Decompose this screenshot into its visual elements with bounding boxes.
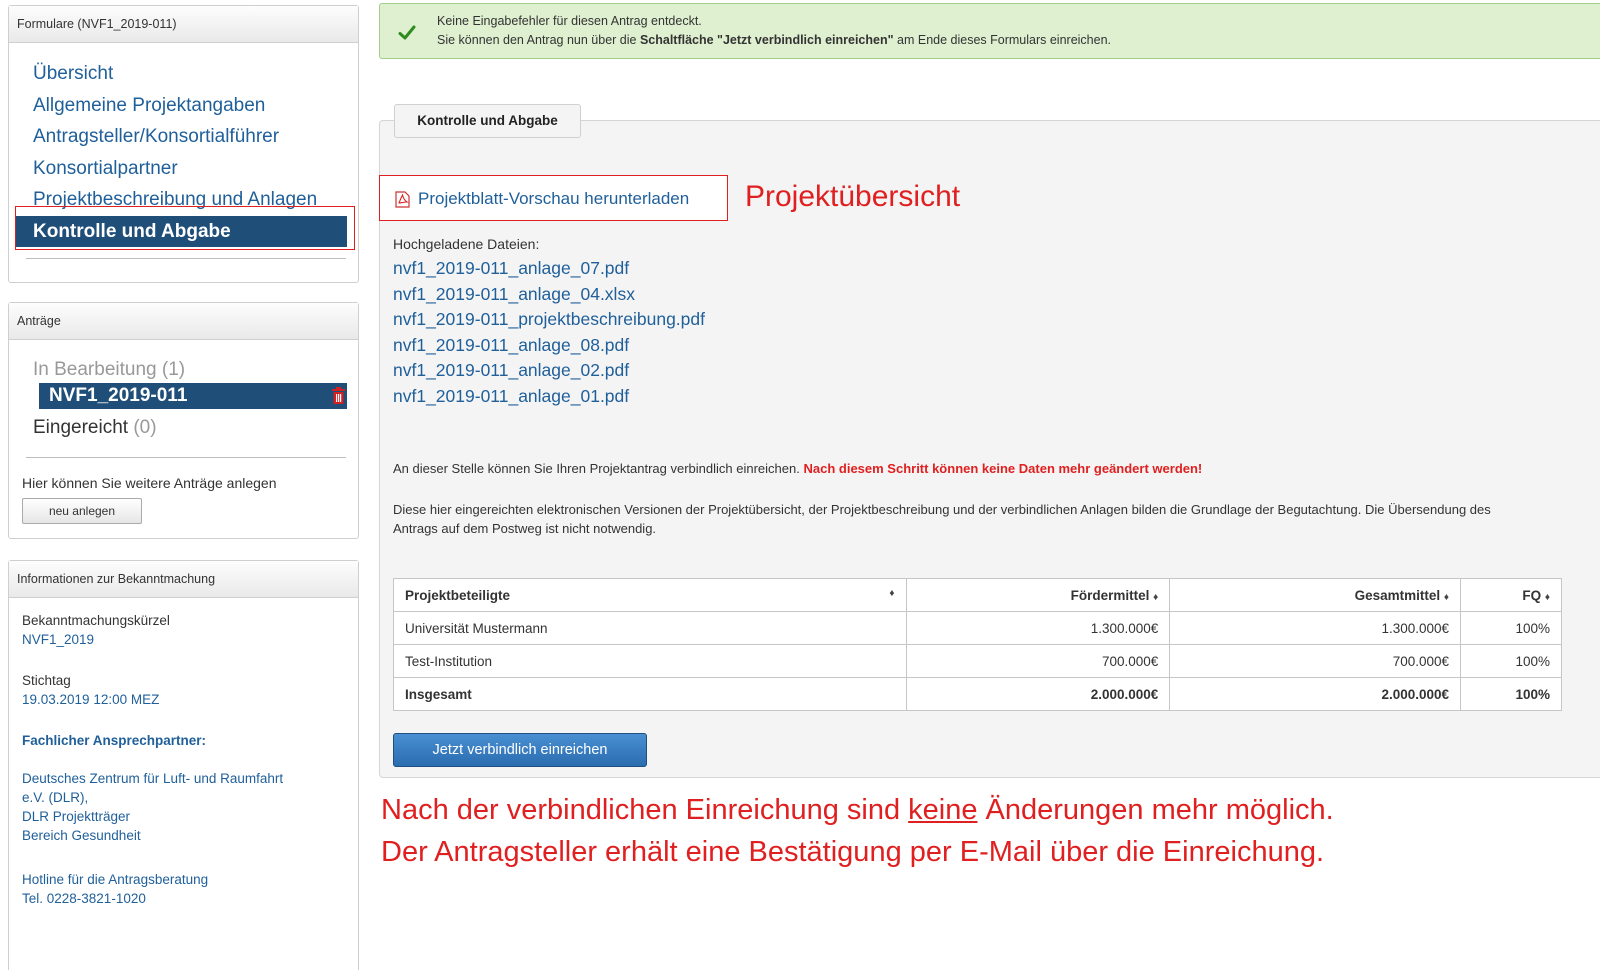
file-link[interactable]: nvf1_2019-011_anlage_08.pdf <box>393 333 705 359</box>
contact-line: DLR Projektträger <box>22 809 131 824</box>
file-link[interactable]: nvf1_2019-011_projektbeschreibung.pdf <box>393 307 705 333</box>
annotation-note-line-2: Der Antragsteller erhält eine Bestätigun… <box>381 836 1325 868</box>
in-progress-group[interactable]: In Bearbeitung (1) <box>33 357 185 383</box>
nav-item-uebersicht[interactable]: Übersicht <box>33 58 364 90</box>
file-link[interactable]: nvf1_2019-011_anlage_04.xlsx <box>393 282 705 308</box>
hotline: Hotline für die Antragsberatung Tel. 022… <box>22 870 208 908</box>
file-link[interactable]: nvf1_2019-011_anlage_02.pdf <box>393 358 705 384</box>
alert-bold-text: Schaltfläche "Jetzt verbindlich einreich… <box>639 33 894 47</box>
section-legend: Kontrolle und Abgabe <box>394 104 581 138</box>
alert-line-1: Keine Eingabefehler für diesen Antrag en… <box>437 14 702 28</box>
nav-item-konsortialpartner[interactable]: Konsortialpartner <box>33 153 364 185</box>
in-progress-label: In Bearbeitung <box>33 359 157 380</box>
applications-panel: Anträge In Bearbeitung (1) NVF1_2019-011… <box>8 302 359 539</box>
applications-panel-title: Anträge <box>9 303 358 340</box>
contact-line: Deutsches Zentrum für Luft- und Raumfahr… <box>22 771 284 786</box>
sort-icon: ♦ <box>1443 591 1450 603</box>
divider <box>26 457 346 458</box>
forms-panel-title: Formulare (NVF1_2019-011) <box>9 6 358 43</box>
new-application-button[interactable]: neu anlegen <box>22 498 142 524</box>
submitted-group[interactable]: Eingereicht (0) <box>33 415 157 441</box>
pdf-icon <box>395 191 410 208</box>
download-preview-link[interactable]: Projektblatt-Vorschau herunterladen <box>418 189 689 209</box>
table-cell: 2.000.000€ <box>1169 677 1462 711</box>
check-icon <box>398 25 416 40</box>
contact-line: Bereich Gesundheit <box>22 828 141 843</box>
contact-address: Deutsches Zentrum für Luft- und Raumfahr… <box>22 769 283 845</box>
announcement-info-panel: Informationen zur Bekanntmachung Bekannt… <box>8 560 359 970</box>
column-header[interactable]: Projektbeteiligte ♦ <box>393 578 907 612</box>
success-alert: Keine Eingabefehler für diesen Antrag en… <box>379 3 1600 59</box>
annotation-note-line-1: Nach der verbindlichen Einreichung sind … <box>381 794 1334 827</box>
info-panel-title: Informationen zur Bekanntmachung <box>9 561 358 598</box>
table-row: Test-Institution 700.000€ 700.000€ 100% <box>393 644 1562 678</box>
annotation-callout: Projektübersicht <box>745 180 961 213</box>
contact-heading: Fachlicher Ansprechpartner: <box>22 733 207 748</box>
sort-icon: ♦ <box>1153 591 1159 603</box>
contact-line: e.V. (DLR), <box>22 790 89 805</box>
table-cell: 700.000€ <box>1169 644 1462 678</box>
in-progress-count: (1) <box>161 359 186 380</box>
submitted-count: (0) <box>133 417 157 438</box>
header-label: Gesamtmittel <box>1354 587 1441 603</box>
note-text: Änderungen mehr möglich. <box>977 794 1334 826</box>
table-cell: 2.000.000€ <box>905 677 1171 711</box>
header-label: Fördermittel <box>1070 587 1150 603</box>
table-cell: 1.300.000€ <box>905 611 1171 645</box>
file-link[interactable]: nvf1_2019-011_anlage_07.pdf <box>393 256 705 282</box>
alert-text: am Ende dieses Formulars einreichen. <box>893 33 1112 47</box>
sort-icon: ♦ <box>1544 591 1550 603</box>
selected-application[interactable]: NVF1_2019-011 <box>39 383 347 409</box>
table-cell: Insgesamt <box>393 677 907 711</box>
submitted-label: Eingereicht <box>33 417 129 438</box>
submit-info-text: An dieser Stelle können Sie Ihren Projek… <box>393 461 1202 476</box>
annotation-highlight-box <box>15 206 355 250</box>
hotline-label: Hotline für die Antragsberatung <box>22 872 209 887</box>
forms-panel: Formulare (NVF1_2019-011) Übersicht Allg… <box>8 5 359 283</box>
nav-item-antragsteller[interactable]: Antragsteller/Konsortialführer <box>33 121 364 153</box>
table-cell: 700.000€ <box>905 644 1171 678</box>
column-header[interactable]: Fördermittel ♦ <box>905 578 1171 612</box>
submit-info: An dieser Stelle können Sie Ihren Projek… <box>393 461 800 476</box>
table-cell: 100% <box>1460 677 1562 711</box>
column-header[interactable]: Gesamtmittel ♦ <box>1169 578 1462 612</box>
deadline-value: 19.03.2019 12:00 MEZ <box>22 692 160 707</box>
submission-explanation: Diese hier eingereichten elektronischen … <box>393 502 1491 536</box>
note-emphasis: keine <box>908 794 978 826</box>
submit-warning: Nach diesem Schritt können keine Daten m… <box>803 461 1203 476</box>
new-application-hint: Hier können Sie weitere Anträge anlegen <box>22 475 277 491</box>
abbr-value: NVF1_2019 <box>22 632 95 647</box>
uploaded-files-list: nvf1_2019-011_anlage_07.pdf nvf1_2019-01… <box>393 256 705 410</box>
table-cell: 100% <box>1460 644 1562 678</box>
sort-icon: ♦ <box>889 587 895 599</box>
download-preview-highlight: Projektblatt-Vorschau herunterladen <box>379 175 728 221</box>
alert-text: Sie können den Antrag nun über die <box>437 33 640 47</box>
table-row: Universität Mustermann 1.300.000€ 1.300.… <box>393 611 1562 645</box>
funding-table: Projektbeteiligte ♦ Fördermittel ♦ Gesam… <box>393 578 1562 711</box>
trash-icon[interactable] <box>332 387 345 404</box>
table-cell: 1.300.000€ <box>1169 611 1462 645</box>
uploaded-files-heading: Hochgeladene Dateien: <box>393 236 540 252</box>
header-label: FQ <box>1522 587 1542 603</box>
table-header-row: Projektbeteiligte ♦ Fördermittel ♦ Gesam… <box>393 578 1562 612</box>
submit-binding-button[interactable]: Jetzt verbindlich einreichen <box>393 733 647 767</box>
abbr-label: Bekanntmachungskürzel <box>22 613 170 628</box>
note-text: Nach der verbindlichen Einreichung sind <box>381 794 909 826</box>
header-label: Projektbeteiligte <box>405 587 511 603</box>
deadline-label: Stichtag <box>22 673 71 688</box>
column-header[interactable]: FQ ♦ <box>1460 578 1562 612</box>
divider <box>26 258 346 259</box>
hotline-value: Tel. 0228-3821-1020 <box>22 891 146 906</box>
selected-application-label: NVF1_2019-011 <box>49 385 188 406</box>
nav-item-allgemeine-projektangaben[interactable]: Allgemeine Projektangaben <box>33 90 364 122</box>
alert-line-2: Sie können den Antrag nun über die Schal… <box>437 33 1111 47</box>
table-total-row: Insgesamt 2.000.000€ 2.000.000€ 100% <box>393 677 1562 711</box>
table-cell: Test-Institution <box>393 644 907 678</box>
table-cell: Universität Mustermann <box>393 611 907 645</box>
file-link[interactable]: nvf1_2019-011_anlage_01.pdf <box>393 384 705 410</box>
table-cell: 100% <box>1460 611 1562 645</box>
